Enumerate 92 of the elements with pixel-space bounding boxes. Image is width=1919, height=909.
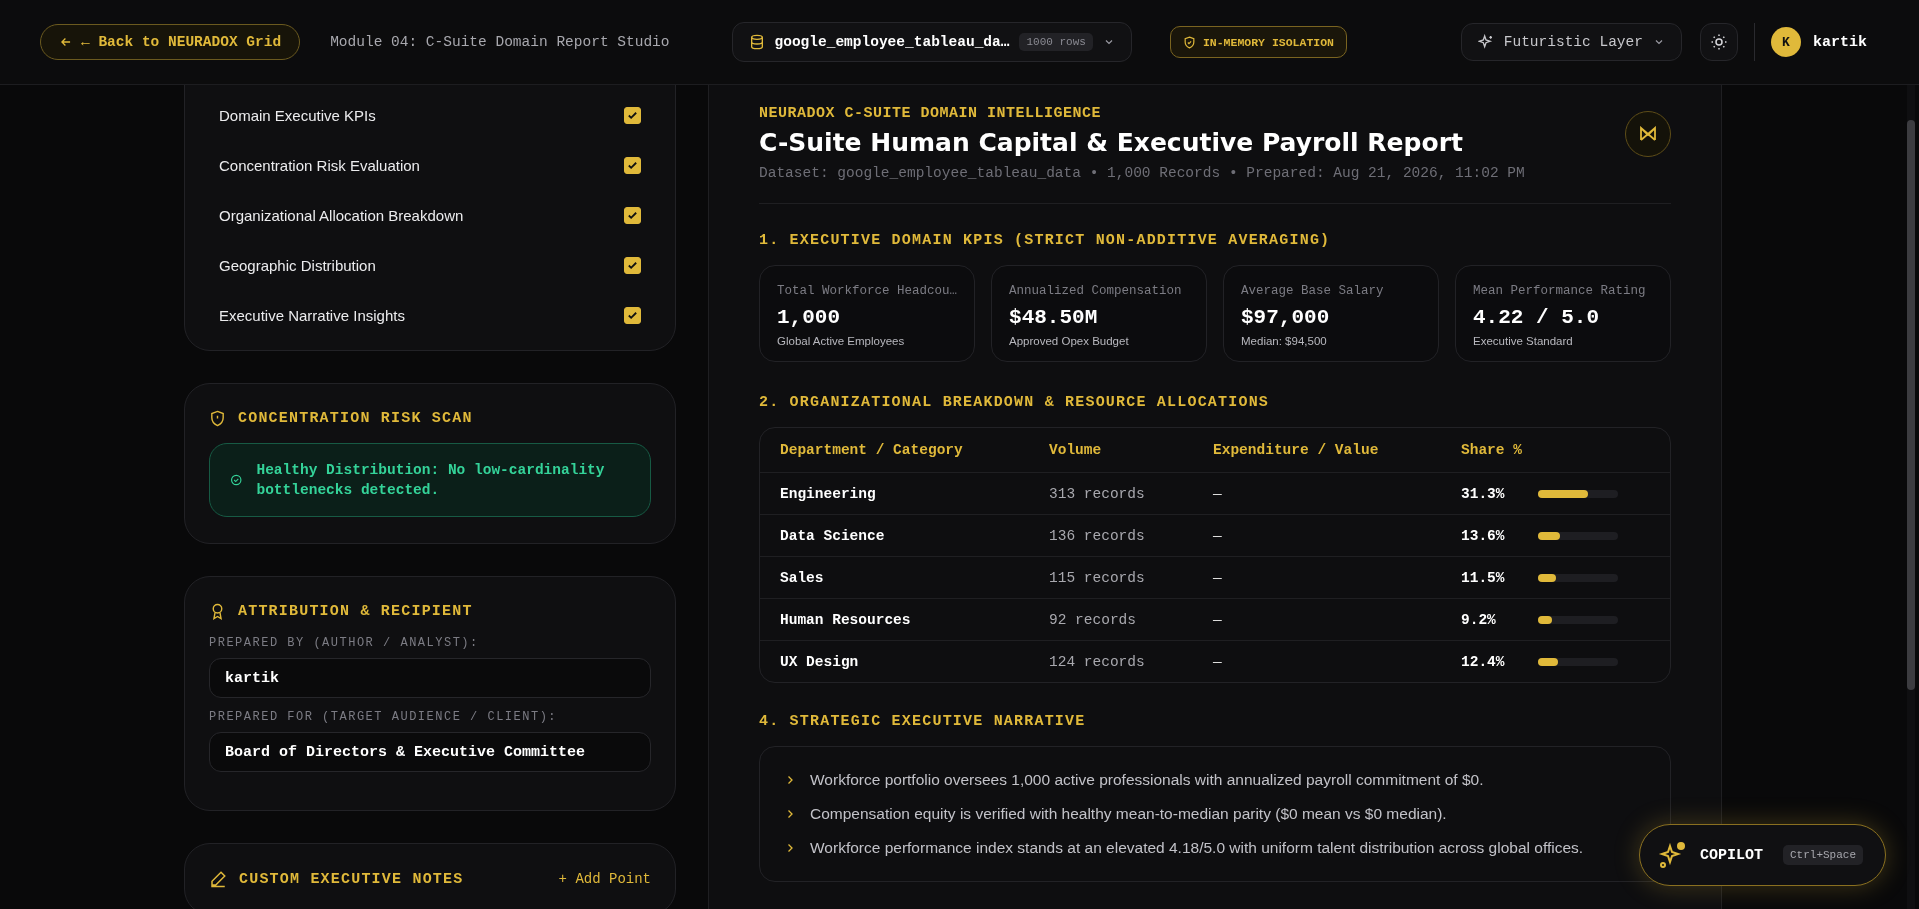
checkbox[interactable] <box>624 156 641 174</box>
section-heading: 4. STRATEGIC EXECUTIVE NARRATIVE <box>759 713 1087 730</box>
column-header: Department / Category <box>780 442 964 458</box>
table-cell-text: 115 records <box>1049 569 1146 586</box>
narrative-text: Workforce portfolio oversees 1,000 active professionals with annualized payroll commitment of $0. <box>810 771 1484 789</box>
checkmark-icon <box>627 109 638 121</box>
pencil-icon <box>209 870 227 888</box>
section-toggle[interactable]: Concentration Risk Evaluation <box>209 140 651 190</box>
section-toggle[interactable]: Domain Executive KPIs <box>209 90 651 140</box>
kpi-value: 1,000 <box>777 306 841 329</box>
layer-selector[interactable]: Futuristic Layer <box>1460 23 1682 61</box>
scrollbar[interactable] <box>1907 85 1915 909</box>
kpi-value: $97,000 <box>1241 306 1331 329</box>
kpi-caption: Approved Opex Budget <box>1009 335 1130 347</box>
kpi-caption: Global Active Employees <box>777 335 906 347</box>
report-eyebrow: NEURADOX C-SUITE DOMAIN INTELLIGENCE <box>759 105 1103 122</box>
checkbox[interactable] <box>624 106 641 124</box>
module-title: Module 04: C-Suite Domain Report Studio <box>330 34 670 50</box>
field-label: PREPARED FOR (TARGET AUDIENCE / CLIENT): <box>209 710 559 724</box>
dataset-selector[interactable]: google_employee_tableau_da… 1000 rows <box>731 22 1132 62</box>
arrow-left-icon <box>59 35 73 49</box>
author-input[interactable]: kartik <box>209 658 651 698</box>
card-title: CONCENTRATION RISK SCAN <box>238 410 473 427</box>
narrative-text: Workforce performance index stands at an elevated 4.18/5.0 with uniform talent distribution across global offices. <box>810 839 1584 857</box>
card-title: ATTRIBUTION & RECIPIENT <box>238 603 473 620</box>
table-cell-text: — <box>1213 485 1223 502</box>
kpi-label: Annualized Compensation <box>1009 284 1183 298</box>
section-toggle[interactable]: Executive Narrative Insights <box>209 290 651 340</box>
theme-toggle-button[interactable] <box>1700 23 1738 61</box>
audience-input[interactable]: Board of Directors & Executive Committee <box>209 732 651 772</box>
report-meta: Dataset: google_employee_tableau_data • 1,000 Records • Prepared: Aug 21, 2026, 11:02 PM <box>759 165 1525 181</box>
kpi-caption: Executive Standard <box>1473 335 1574 347</box>
table-cell-text: 31.3% <box>1461 485 1506 502</box>
table-cell-text: 313 records <box>1049 485 1146 502</box>
table-cell-text: Data Science <box>780 527 886 544</box>
table-cell-text: 11.5% <box>1461 569 1506 586</box>
kpi-label: Average Base Salary <box>1241 284 1385 298</box>
table-cell-text: 13.6% <box>1461 527 1506 544</box>
add-point-link[interactable]: + Add Point <box>558 871 651 887</box>
section-toggle[interactable]: Organizational Allocation Breakdown <box>209 190 651 240</box>
report-title: C-Suite Human Capital & Executive Payroll Report <box>759 128 1464 157</box>
table-cell-text: UX Design <box>780 653 860 670</box>
table-cell-text: 9.2% <box>1461 611 1497 628</box>
database-icon <box>748 34 765 50</box>
checkbox[interactable] <box>624 256 641 274</box>
checkmark-icon <box>627 309 638 321</box>
logo-icon <box>1639 126 1657 142</box>
table-cell-text: — <box>1213 527 1223 544</box>
kpi-value: 4.22 / 5.0 <box>1473 306 1601 329</box>
sun-icon <box>1710 33 1728 51</box>
checkbox[interactable] <box>624 206 641 224</box>
isolation-label: IN-MEMORY ISOLATION <box>1202 35 1334 49</box>
kpi-label: Total Workforce Headcou… <box>777 284 958 298</box>
rows-badge: 1000 rows <box>1019 33 1093 51</box>
table-cell-text: — <box>1213 611 1223 628</box>
table-cell-text: 92 records <box>1049 611 1137 628</box>
kpi-label: Mean Performance Rating <box>1473 284 1647 298</box>
shield-check-icon <box>1182 35 1196 49</box>
column-header: Volume <box>1049 442 1103 458</box>
column-header: Share % <box>1461 442 1523 458</box>
section-heading: 1. EXECUTIVE DOMAIN KPIS (STRICT NON-ADDITIVE AVERAGING) <box>759 232 1332 249</box>
table-cell-text: — <box>1213 569 1223 586</box>
field-label: PREPARED BY (AUTHOR / ANALYST): <box>209 636 480 650</box>
layer-label: Futuristic Layer <box>1503 34 1643 50</box>
checkbox[interactable] <box>624 306 641 324</box>
table-cell-text: 136 records <box>1049 527 1146 544</box>
narrative-text: Compensation equity is verified with healthy mean-to-median parity ($0 mean vs $0 median). <box>810 805 1447 823</box>
table-cell-text: Human Resources <box>780 611 912 628</box>
table-cell-text: Sales <box>780 569 825 586</box>
user-name: kartik <box>1813 33 1867 51</box>
checkmark-icon <box>627 159 638 171</box>
table-cell-text: Engineering <box>780 485 877 502</box>
sparkles-icon <box>1477 34 1494 50</box>
shortcut-hint: Ctrl+Space <box>1783 845 1864 865</box>
checkmark-icon <box>627 259 638 271</box>
section-heading: 2. ORGANIZATIONAL BREAKDOWN & RESOURCE ALLOCATIONS <box>759 394 1271 411</box>
section-toggle[interactable]: Geographic Distribution <box>209 240 651 290</box>
kpi-caption: Median: $94,500 <box>1241 335 1328 347</box>
checkmark-icon <box>627 209 638 221</box>
column-header: Expenditure / Value <box>1213 442 1380 458</box>
dataset-name: google_employee_tableau_da… <box>774 34 1010 50</box>
back-button[interactable]: ← Back to NEURADOX Grid <box>40 24 301 60</box>
card-title: CUSTOM EXECUTIVE NOTES <box>239 870 464 888</box>
table-cell-text: 124 records <box>1049 653 1146 670</box>
user-avatar[interactable]: K <box>1771 27 1801 57</box>
table-cell-text: 12.4% <box>1461 653 1506 670</box>
copilot-button[interactable]: COPILOT Ctrl+Space <box>1639 824 1887 886</box>
shield-alert-icon <box>209 410 226 427</box>
table-cell-text: — <box>1213 653 1223 670</box>
status-message: Healthy Distribution: No low-cardinality bottlenecks detected. <box>256 461 606 500</box>
sparkle-icon <box>1658 840 1688 870</box>
kpi-value: $48.50M <box>1009 306 1099 329</box>
